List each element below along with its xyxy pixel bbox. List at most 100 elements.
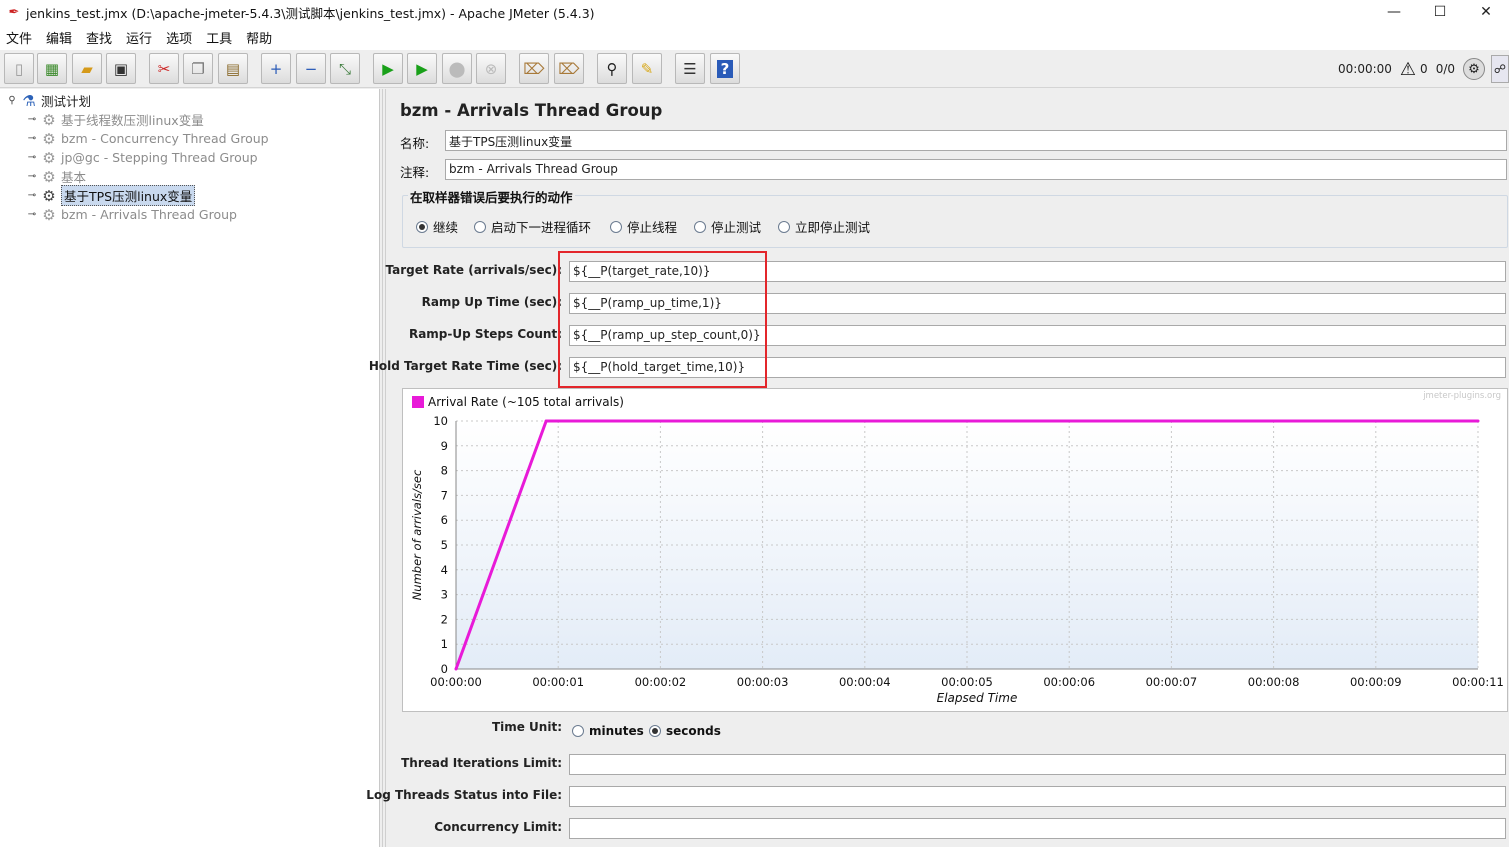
action-continue-radio[interactable]: 继续 <box>416 217 458 236</box>
expand-button[interactable]: + <box>261 53 291 84</box>
y-tick-label: 0 <box>441 662 448 676</box>
y-tick-label: 2 <box>441 612 448 626</box>
y-tick-label: 4 <box>441 563 448 577</box>
search-button[interactable]: ⚲ <box>597 53 627 84</box>
log-threads-label: Log Threads Status into File: <box>366 788 562 802</box>
reset-search-button[interactable]: ✎ <box>632 53 662 84</box>
tree-connector: ⊸ <box>27 152 37 163</box>
start-no-pauses-button[interactable]: ▶ <box>407 53 437 84</box>
toolbar: ▯ ▦ ▰ ▣ ✂ ❐ ▤ + − ⤡ ▶ ▶ ⬤ ⊗ ⌦ ⌦ ⚲ ✎ ☰ ? … <box>0 50 1509 88</box>
menu-help[interactable]: 帮助 <box>246 28 272 47</box>
action-stop-now-radio[interactable]: 立即停止测试 <box>778 217 870 236</box>
maximize-button[interactable]: ☐ <box>1417 0 1463 24</box>
minimize-button[interactable]: — <box>1371 0 1417 24</box>
new-button[interactable]: ▯ <box>4 53 34 84</box>
start-button[interactable]: ▶ <box>373 53 403 84</box>
radio-button[interactable] <box>474 220 486 233</box>
tree-item[interactable]: ⊸ ⚙ 基本 <box>24 167 86 186</box>
x-tick-label: 00:00:06 <box>1043 675 1095 689</box>
radio-button-checked[interactable] <box>649 725 661 737</box>
menu-search[interactable]: 查找 <box>86 28 112 47</box>
menu-tools[interactable]: 工具 <box>206 28 232 47</box>
paste-icon: ▤ <box>225 59 241 78</box>
tree-item-label: bzm - Arrivals Thread Group <box>61 207 237 222</box>
log-threads-field[interactable] <box>569 786 1506 807</box>
concurrency-limit-field[interactable] <box>569 818 1506 839</box>
menu-options[interactable]: 选项 <box>166 28 192 47</box>
tree-expand-toggle[interactable]: ⚲ <box>4 95 20 106</box>
y-axis-label: Number of arrivals/sec <box>410 469 424 600</box>
clear-all-button[interactable]: ⌦ <box>554 53 584 84</box>
menu-file[interactable]: 文件 <box>6 28 32 47</box>
cut-button[interactable]: ✂ <box>149 53 179 84</box>
radio-button[interactable] <box>610 220 622 233</box>
tree-item[interactable]: ⊸ ⚙ bzm - Concurrency Thread Group <box>24 129 269 148</box>
tree-connector: ⊸ <box>27 114 37 125</box>
radio-button[interactable] <box>572 725 584 737</box>
thread-group-gear-icon: ⚙ <box>42 129 56 148</box>
tree-item[interactable]: ⊸ ⚙ jp@gc - Stepping Thread Group <box>24 148 258 167</box>
help-button[interactable]: ? <box>710 53 740 84</box>
clear-button[interactable]: ⌦ <box>519 53 549 84</box>
time-unit-minutes-radio[interactable]: minutes <box>572 724 644 738</box>
radio-button-checked[interactable] <box>416 220 428 233</box>
save-button[interactable]: ▣ <box>106 53 136 84</box>
toggle-button[interactable]: ⤡ <box>330 53 360 84</box>
radio-button[interactable] <box>694 220 706 233</box>
test-plan-tree: ⚲ ⚗ 测试计划 ⊸ ⚙ 基于线程数压测linux变量 ⊸ ⚙ bzm - Co… <box>0 89 380 847</box>
y-tick-label: 5 <box>441 538 448 552</box>
tree-item[interactable]: ⊸ ⚙ bzm - Arrivals Thread Group <box>24 205 237 224</box>
start-icon: ▶ <box>382 59 394 78</box>
shutdown-button[interactable]: ⊗ <box>476 53 506 84</box>
time-unit-seconds-radio[interactable]: seconds <box>649 724 721 738</box>
cut-icon: ✂ <box>157 59 171 78</box>
sampler-error-action-title: 在取样器错误后要执行的动作 <box>408 187 575 206</box>
warning-icon[interactable]: ⚠ <box>1400 59 1416 80</box>
lafchooser-icon[interactable]: ⚙ <box>1463 58 1485 80</box>
remote-icon[interactable]: ☍ <box>1491 55 1509 83</box>
stop-button[interactable]: ⬤ <box>442 53 472 84</box>
name-label: 名称: <box>400 136 430 151</box>
menu-run[interactable]: 运行 <box>126 28 152 47</box>
action-label: 停止测试 <box>711 220 762 235</box>
y-tick-label: 1 <box>441 637 448 651</box>
active-threads: 0/0 <box>1435 62 1455 76</box>
radio-button[interactable] <box>778 220 790 233</box>
function-helper-button[interactable]: ☰ <box>675 53 705 84</box>
copy-button[interactable]: ❐ <box>183 53 213 84</box>
paste-button[interactable]: ▤ <box>218 53 248 84</box>
menu-edit[interactable]: 编辑 <box>46 28 72 47</box>
action-label: 继续 <box>433 220 459 235</box>
name-field[interactable]: 基于TPS压测linux变量 <box>445 130 1507 151</box>
tree-root[interactable]: ⚲ ⚗ 测试计划 <box>4 91 91 110</box>
open-button[interactable]: ▰ <box>72 53 102 84</box>
shutdown-icon: ⊗ <box>484 59 498 78</box>
action-next-loop-radio[interactable]: 启动下一进程循环 <box>474 217 591 236</box>
split-pane-divider[interactable] <box>380 89 388 847</box>
thread-iterations-field[interactable] <box>569 754 1506 775</box>
save-icon: ▣ <box>113 59 129 78</box>
tree-item[interactable]: ⊸ ⚙ 基于线程数压测linux变量 <box>24 110 204 129</box>
action-label: 启动下一进程循环 <box>491 220 592 235</box>
close-button[interactable]: ✕ <box>1463 0 1509 24</box>
test-plan-icon: ⚗ <box>22 91 36 110</box>
legend-swatch <box>412 396 424 408</box>
tree-item-label: 基于线程数压测linux变量 <box>61 113 204 128</box>
tree-item-selected[interactable]: ⊸ ⚙ 基于TPS压测linux变量 <box>24 185 196 206</box>
legend-label: Arrival Rate (~105 total arrivals) <box>428 395 624 409</box>
x-tick-label: 00:00:00 <box>430 675 482 689</box>
target-rate-label: Target Rate (arrivals/sec): <box>385 263 562 277</box>
action-label: 立即停止测试 <box>795 220 871 235</box>
x-tick-label: 00:00:11 <box>1452 675 1504 689</box>
templates-button[interactable]: ▦ <box>37 53 67 84</box>
help-icon: ? <box>716 59 734 78</box>
action-stop-test-radio[interactable]: 停止测试 <box>694 217 761 236</box>
action-stop-thread-radio[interactable]: 停止线程 <box>610 217 677 236</box>
y-tick-label: 6 <box>441 513 448 527</box>
collapse-button[interactable]: − <box>296 53 326 84</box>
title-bar: ✒ jenkins_test.jmx (D:\apache-jmeter-5.4… <box>0 0 1509 24</box>
comment-field[interactable]: bzm - Arrivals Thread Group <box>445 159 1507 180</box>
thread-iterations-label: Thread Iterations Limit: <box>401 756 562 770</box>
y-tick-label: 7 <box>441 488 448 502</box>
y-tick-label: 3 <box>441 588 448 602</box>
